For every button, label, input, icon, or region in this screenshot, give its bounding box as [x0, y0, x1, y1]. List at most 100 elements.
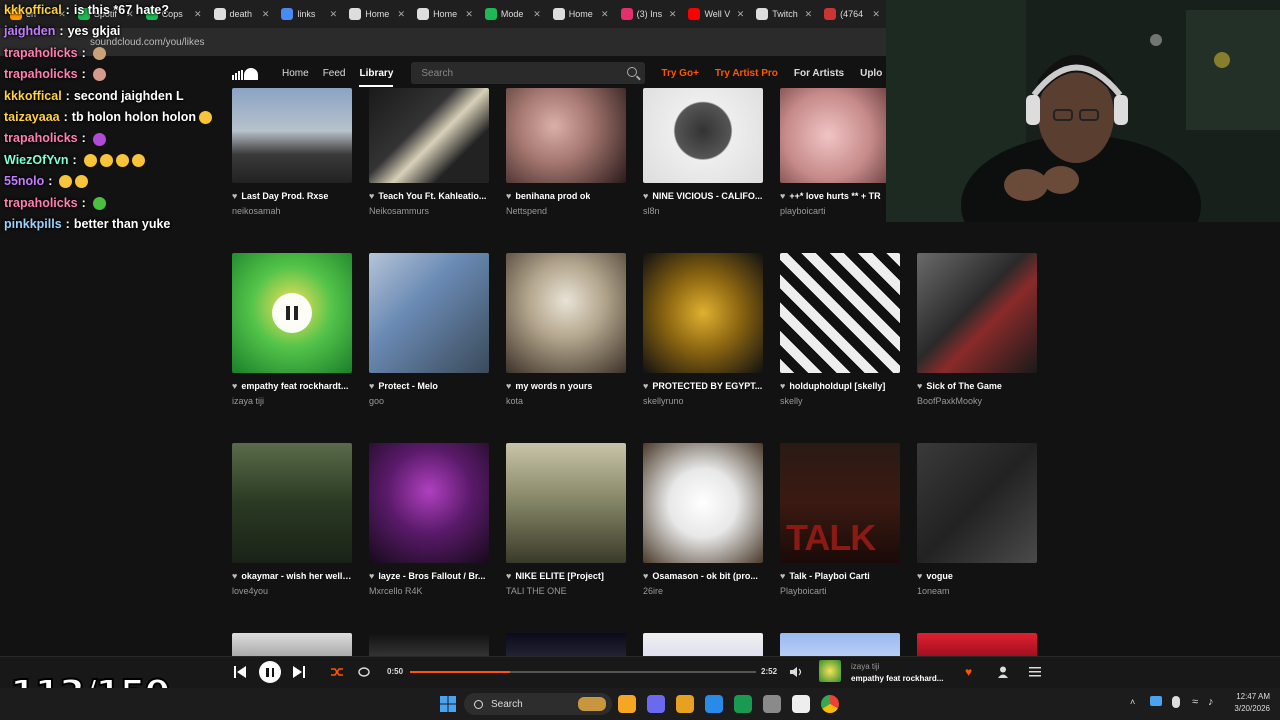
- liked-heart-icon[interactable]: ♥: [643, 571, 648, 581]
- try-artist-pro-link[interactable]: Try Artist Pro: [715, 68, 778, 79]
- repeat-icon[interactable]: [358, 666, 370, 678]
- tab-close-icon[interactable]: ✕: [669, 9, 677, 20]
- liked-heart-icon[interactable]: ♥: [780, 381, 785, 391]
- browser-tab[interactable]: Home ✕: [343, 2, 411, 26]
- browser-tab[interactable]: (4764 ✕: [818, 2, 886, 26]
- microphone-icon[interactable]: [1172, 696, 1180, 708]
- search-icon[interactable]: [627, 67, 638, 77]
- browser-tab[interactable]: Home ✕: [547, 2, 615, 26]
- liked-heart-icon[interactable]: ♥: [643, 191, 648, 201]
- tray-chevron-icon[interactable]: ˄: [1130, 697, 1135, 707]
- search-input[interactable]: Search: [411, 62, 646, 84]
- try-go-link[interactable]: Try Go+: [661, 68, 699, 79]
- for-artists-link[interactable]: For Artists: [794, 68, 844, 79]
- track-card[interactable]: [780, 633, 900, 656]
- shuffle-icon[interactable]: [331, 666, 343, 678]
- track-artwork[interactable]: [643, 633, 763, 656]
- liked-heart-icon[interactable]: ♥: [369, 571, 374, 581]
- track-card[interactable]: ♥ NIKE ELITE [Project] TALI THE ONE: [506, 443, 626, 596]
- liked-heart-icon[interactable]: ♥: [506, 381, 511, 391]
- track-title[interactable]: ♥ Iayze - Bros Fallout / Br...: [369, 571, 489, 581]
- tab-close-icon[interactable]: ✕: [872, 9, 880, 20]
- track-card[interactable]: ♥ Protect - Melo goo: [369, 253, 489, 406]
- track-artwork[interactable]: [232, 253, 352, 373]
- track-artwork[interactable]: [232, 633, 352, 656]
- track-card[interactable]: TALK ♥ Talk - Playboi Carti Playboicarti: [780, 443, 900, 596]
- next-track-icon[interactable]: [293, 666, 305, 678]
- track-artist[interactable]: sl8n: [643, 206, 763, 216]
- track-card[interactable]: ♥ Last Day Prod. Rxse neikosamah: [232, 88, 352, 216]
- track-artwork[interactable]: [506, 633, 626, 656]
- track-artwork[interactable]: TALK: [780, 443, 900, 563]
- liked-heart-icon[interactable]: ♥: [232, 381, 237, 391]
- track-artist[interactable]: izaya tiji: [232, 396, 352, 406]
- windows-start-icon[interactable]: [440, 696, 456, 712]
- nav-library[interactable]: Library: [359, 68, 394, 87]
- track-title[interactable]: ♥ okaymar - wish her well ...: [232, 571, 352, 581]
- track-card[interactable]: [917, 633, 1037, 656]
- track-card[interactable]: ♥ vogue 1oneam: [917, 443, 1037, 596]
- liked-heart-icon[interactable]: ♥: [369, 191, 374, 201]
- tab-close-icon[interactable]: ✕: [533, 9, 541, 20]
- now-playing-art[interactable]: [819, 660, 841, 682]
- track-title[interactable]: ♥ Talk - Playboi Carti: [780, 571, 900, 581]
- track-artwork[interactable]: [780, 253, 900, 373]
- track-title[interactable]: ♥ Protect - Melo: [369, 381, 489, 391]
- liked-heart-icon[interactable]: ♥: [780, 571, 785, 581]
- speaker-icon[interactable]: ♪: [1208, 696, 1214, 708]
- upload-link[interactable]: Uplo: [860, 68, 882, 79]
- track-artwork[interactable]: [917, 443, 1037, 563]
- liked-heart-icon[interactable]: ♥: [369, 381, 374, 391]
- track-artwork[interactable]: [780, 88, 900, 183]
- track-card[interactable]: [506, 633, 626, 656]
- folder-icon[interactable]: [676, 695, 694, 713]
- volume-icon[interactable]: [790, 666, 802, 678]
- track-title[interactable]: ♥ empathy feat rockhardt...: [232, 381, 352, 391]
- browser-tab[interactable]: Mode ✕: [479, 2, 547, 26]
- track-artist[interactable]: kota: [506, 396, 626, 406]
- queue-icon[interactable]: [1029, 666, 1041, 678]
- track-artist[interactable]: 1oneam: [917, 586, 1037, 596]
- like-heart-icon[interactable]: ♥: [965, 665, 972, 679]
- steam-icon[interactable]: [763, 695, 781, 713]
- track-artist[interactable]: 26ire: [643, 586, 763, 596]
- track-artist[interactable]: neikosamah: [232, 206, 352, 216]
- track-artist[interactable]: love4you: [232, 586, 352, 596]
- track-card[interactable]: [232, 633, 352, 656]
- track-artwork[interactable]: [917, 633, 1037, 656]
- track-artwork[interactable]: [369, 633, 489, 656]
- browser-tab[interactable]: Well V ✕: [682, 2, 750, 26]
- wifi-icon[interactable]: ≈: [1192, 696, 1198, 708]
- tab-close-icon[interactable]: ✕: [601, 9, 609, 20]
- pause-overlay-button[interactable]: [272, 293, 312, 333]
- track-card[interactable]: ♥ PROTECTED BY EGYPT... skellyruno: [643, 253, 763, 406]
- tab-close-icon[interactable]: ✕: [262, 9, 270, 20]
- nav-feed[interactable]: Feed: [323, 68, 346, 79]
- tab-close-icon[interactable]: ✕: [737, 9, 745, 20]
- browser-tab[interactable]: Twitch ✕: [750, 2, 818, 26]
- track-title[interactable]: ♥ holdupholdupl [skelly]: [780, 381, 900, 391]
- track-artwork[interactable]: [643, 88, 763, 183]
- tab-close-icon[interactable]: ✕: [465, 9, 473, 20]
- track-title[interactable]: ♥ ++* love hurts ** + TR: [780, 191, 900, 201]
- track-title[interactable]: ♥ Teach You Ft. Kahleatio...: [369, 191, 489, 201]
- track-artist[interactable]: Nettspend: [506, 206, 626, 216]
- track-artist[interactable]: Neikosammurs: [369, 206, 489, 216]
- now-playing-artist[interactable]: izaya tiji: [851, 662, 879, 671]
- track-card[interactable]: [369, 633, 489, 656]
- track-card[interactable]: [643, 633, 763, 656]
- track-card[interactable]: ♥ benihana prod ok Nettspend: [506, 88, 626, 216]
- track-title[interactable]: ♥ my words n yours: [506, 381, 626, 391]
- track-title[interactable]: ♥ benihana prod ok: [506, 191, 626, 201]
- tab-close-icon[interactable]: ✕: [398, 9, 406, 20]
- track-artwork[interactable]: [232, 443, 352, 563]
- follow-user-icon[interactable]: [998, 666, 1010, 678]
- track-artwork[interactable]: [369, 443, 489, 563]
- track-artist[interactable]: Playboicarti: [780, 586, 900, 596]
- liked-heart-icon[interactable]: ♥: [780, 191, 785, 201]
- track-artwork[interactable]: [232, 88, 352, 183]
- track-card[interactable]: ♥ Sick of The Game BoofPaxkMooky: [917, 253, 1037, 406]
- edge-icon[interactable]: [705, 695, 723, 713]
- copilot-icon[interactable]: [618, 695, 636, 713]
- liked-heart-icon[interactable]: ♥: [917, 381, 922, 391]
